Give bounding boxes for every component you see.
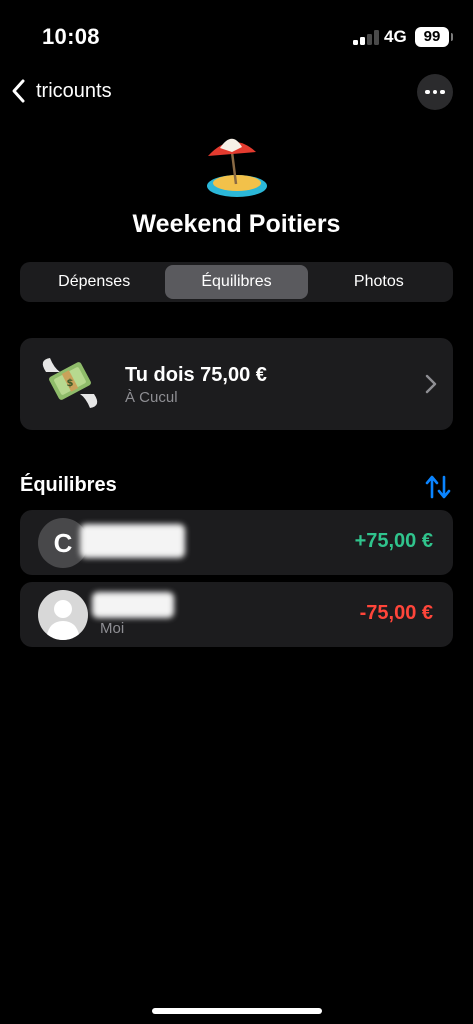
section-title: Équilibres — [20, 474, 117, 496]
balance-row[interactable]: Moi -75,00 € — [20, 582, 453, 647]
member-subtitle: Moi — [100, 620, 125, 637]
back-button[interactable]: tricounts — [10, 76, 112, 106]
tab-bar: Dépenses Équilibres Photos — [20, 262, 453, 302]
status-time: 10:08 — [42, 24, 100, 49]
network-type: 4G — [384, 27, 407, 46]
debt-subtitle: À Cucul — [125, 389, 178, 406]
more-options-button[interactable] — [417, 74, 453, 110]
redacted-name — [80, 524, 185, 558]
group-title: Weekend Poitiers — [132, 210, 341, 238]
status-bar: 10:08 4G 99 — [0, 0, 473, 72]
signal-icon — [353, 30, 379, 45]
svg-text:$: $ — [67, 378, 74, 389]
battery-icon: 99 — [415, 27, 453, 47]
screen: 10:08 4G 99 tricounts Weekend Poitiers D… — [0, 0, 473, 1024]
money-with-wings-icon: $ — [42, 358, 98, 408]
sort-arrows-icon[interactable] — [424, 474, 452, 500]
debt-card[interactable]: $ Tu dois 75,00 € À Cucul — [20, 338, 453, 430]
debt-title: Tu dois 75,00 € — [125, 364, 267, 386]
person-silhouette-icon — [46, 600, 80, 640]
tab-equilibres[interactable]: Équilibres — [165, 265, 308, 299]
avatar — [38, 590, 88, 640]
back-label: tricounts — [36, 79, 112, 102]
chevron-left-icon — [12, 79, 25, 103]
balance-amount: -75,00 € — [359, 602, 433, 624]
balance-amount: +75,00 € — [354, 530, 433, 552]
balance-row[interactable]: C +75,00 € — [20, 510, 453, 575]
home-indicator — [152, 1008, 322, 1014]
ellipsis-icon — [425, 89, 430, 95]
tab-depenses[interactable]: Dépenses — [23, 265, 165, 299]
chevron-right-icon — [425, 374, 437, 394]
redacted-name — [92, 592, 174, 618]
beach-with-umbrella-icon — [207, 138, 267, 197]
tab-photos[interactable]: Photos — [308, 265, 450, 299]
